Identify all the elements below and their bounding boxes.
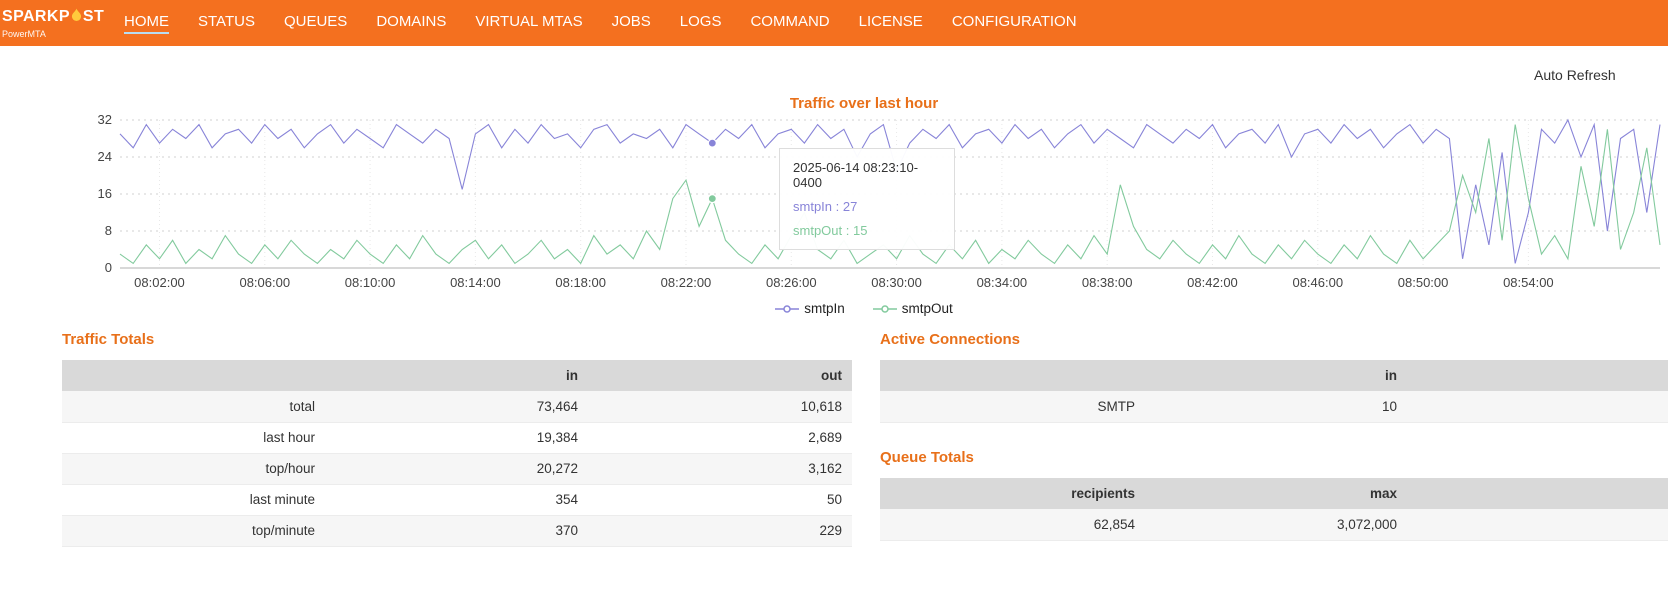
active-connections-title: Active Connections [880, 331, 1020, 348]
x-tick-label: 08:18:00 [555, 275, 606, 290]
chart-title: Traffic over last hour [60, 95, 1668, 112]
hover-marker-smtpout [708, 195, 716, 203]
table-row: total73,46410,618 [62, 391, 852, 422]
table-cell: 354 [325, 484, 588, 515]
table-cell: SMTP [880, 391, 1145, 422]
chart-tooltip: 2025-06-14 08:23:10-0400 smtpIn : 27 smtp… [779, 148, 955, 250]
sparkpost-logo[interactable]: SPARKP ST PowerMTA [0, 8, 114, 39]
nav-item-status[interactable]: STATUS [198, 13, 255, 34]
queue-totals-title: Queue Totals [880, 449, 974, 466]
table-cell: 10,618 [588, 391, 852, 422]
table-header-cell [1407, 478, 1668, 509]
legend-marker-icon [775, 304, 799, 314]
table-row: top/hour20,2723,162 [62, 453, 852, 484]
table-header-cell: in [1145, 360, 1407, 391]
table-header-cell: out [588, 360, 852, 391]
legend-marker-icon [873, 304, 897, 314]
table-cell [1407, 391, 1668, 422]
legend-item-smtpin[interactable]: smtpIn [775, 301, 845, 316]
x-tick-label: 08:30:00 [871, 275, 922, 290]
table-header-cell: recipients [880, 478, 1145, 509]
nav-item-command[interactable]: COMMAND [750, 13, 829, 34]
y-tick-label: 16 [98, 186, 112, 201]
table-cell: 3,072,000 [1145, 509, 1407, 540]
active-connections-table: inSMTP10 [880, 360, 1668, 423]
nav-item-logs[interactable]: LOGS [680, 13, 722, 34]
top-nav: SPARKP ST PowerMTA HOME STATUS QUEUES DOMAI… [0, 0, 1668, 46]
x-tick-label: 08:10:00 [345, 275, 396, 290]
nav-item-configuration[interactable]: CONFIGURATION [952, 13, 1077, 34]
legend-label: smtpOut [902, 301, 953, 316]
x-tick-label: 08:54:00 [1503, 275, 1554, 290]
table-header-cell [62, 360, 325, 391]
table-cell: 370 [325, 515, 588, 546]
table-cell: last hour [62, 422, 325, 453]
x-tick-label: 08:22:00 [661, 275, 712, 290]
x-tick-label: 08:34:00 [977, 275, 1028, 290]
table-cell: total [62, 391, 325, 422]
x-tick-label: 08:14:00 [450, 275, 501, 290]
nav-item-jobs[interactable]: JOBS [612, 13, 651, 34]
tooltip-timestamp: 2025-06-14 08:23:10-0400 [793, 160, 941, 190]
table-header-cell [1407, 360, 1668, 391]
table-cell: 50 [588, 484, 852, 515]
table-row: top/minute370229 [62, 515, 852, 546]
table-cell: top/hour [62, 453, 325, 484]
table-cell: 19,384 [325, 422, 588, 453]
logo-product-name: PowerMTA [2, 29, 114, 39]
sparkpost-wordmark: SPARKP ST [2, 8, 114, 26]
traffic-totals-table: inouttotal73,46410,618last hour19,3842,6… [62, 360, 852, 547]
table-cell: 10 [1145, 391, 1407, 422]
nav-menu: HOME STATUS QUEUES DOMAINS VIRTUAL MTAS JOBS L… [124, 13, 1077, 34]
x-tick-label: 08:02:00 [134, 275, 185, 290]
table-cell: 2,689 [588, 422, 852, 453]
table-cell: top/minute [62, 515, 325, 546]
nav-item-home[interactable]: HOME [124, 13, 169, 34]
table-header-cell: max [1145, 478, 1407, 509]
auto-refresh-toggle[interactable]: Auto Refresh [1534, 67, 1616, 83]
table-row: SMTP10 [880, 391, 1668, 422]
chart-legend: smtpIn smtpOut [60, 301, 1668, 316]
y-tick-label: 32 [98, 112, 112, 127]
table-cell: 73,464 [325, 391, 588, 422]
table-row: 62,8543,072,000 [880, 509, 1668, 540]
y-tick-label: 0 [105, 260, 112, 275]
queue-totals-table: recipientsmax62,8543,072,000 [880, 478, 1668, 541]
nav-item-license[interactable]: LICENSE [859, 13, 923, 34]
tooltip-entry-smtpout: smtpOut : 15 [793, 223, 941, 238]
table-cell: 3,162 [588, 453, 852, 484]
traffic-totals-title: Traffic Totals [62, 331, 154, 348]
table-cell: last minute [62, 484, 325, 515]
legend-item-smtpout[interactable]: smtpOut [873, 301, 953, 316]
x-tick-label: 08:38:00 [1082, 275, 1133, 290]
logo-text-spark: SPARKP [2, 9, 70, 25]
y-tick-label: 24 [98, 149, 112, 164]
table-header-cell [880, 360, 1145, 391]
y-tick-label: 8 [105, 223, 112, 238]
table-cell: 229 [588, 515, 852, 546]
table-header-cell: in [325, 360, 588, 391]
x-tick-label: 08:46:00 [1292, 275, 1343, 290]
logo-text-st: ST [83, 9, 104, 25]
x-tick-label: 08:26:00 [766, 275, 817, 290]
nav-item-virtual-mtas[interactable]: VIRTUAL MTAS [475, 13, 582, 34]
table-cell: 62,854 [880, 509, 1145, 540]
table-row: last minute35450 [62, 484, 852, 515]
table-cell: 20,272 [325, 453, 588, 484]
x-tick-label: 08:50:00 [1398, 275, 1449, 290]
sparkpost-flame-icon [71, 8, 82, 26]
x-tick-label: 08:42:00 [1187, 275, 1238, 290]
tooltip-entry-smtpin: smtpIn : 27 [793, 199, 941, 214]
table-cell [1407, 509, 1668, 540]
nav-item-domains[interactable]: DOMAINS [376, 13, 446, 34]
legend-label: smtpIn [804, 301, 845, 316]
x-tick-label: 08:06:00 [239, 275, 290, 290]
nav-item-queues[interactable]: QUEUES [284, 13, 347, 34]
hover-marker-smtpin [708, 139, 716, 147]
table-row: last hour19,3842,689 [62, 422, 852, 453]
